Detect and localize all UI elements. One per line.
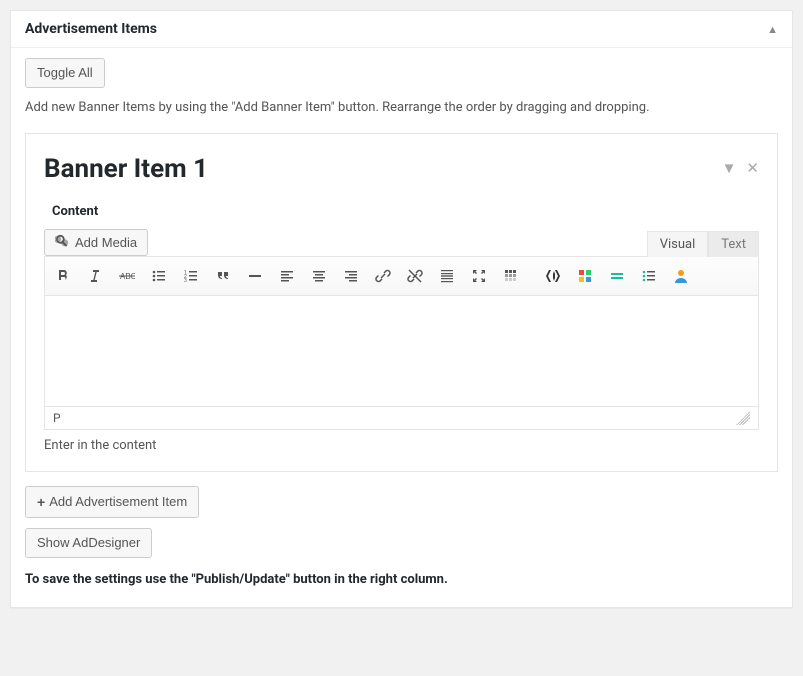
content-hint: Enter in the content <box>44 438 759 453</box>
italic-button[interactable] <box>81 262 109 290</box>
editor-toolbar: ABC 123 <box>45 257 758 296</box>
shortcode-button[interactable] <box>539 262 567 290</box>
bold-button[interactable] <box>49 262 77 290</box>
help-text: Add new Banner Items by using the "Add B… <box>25 100 778 115</box>
collapse-banner-icon[interactable]: ▼ <box>722 159 737 177</box>
link-button[interactable] <box>369 262 397 290</box>
advertisement-items-metabox: Advertisement Items ▲ Toggle All Add new… <box>10 10 793 608</box>
media-icon <box>55 234 69 251</box>
show-addesigner-button[interactable]: Show AdDesigner <box>25 528 152 558</box>
editor-tabs: Visual Text <box>647 230 759 256</box>
banner-item-header: Banner Item 1 ▼ ✕ <box>44 148 759 188</box>
toggle-all-button[interactable]: Toggle All <box>25 58 105 88</box>
add-advertisement-item-button[interactable]: + Add Advertisement Item <box>25 486 199 518</box>
banner-item-title: Banner Item 1 <box>44 154 208 184</box>
wysiwyg-editor: ABC 123 <box>44 256 759 430</box>
svg-text:3: 3 <box>184 278 187 284</box>
banner-item-controls: ▼ ✕ <box>722 159 759 177</box>
remove-banner-icon[interactable]: ✕ <box>746 159 759 177</box>
editor-path: P <box>53 411 61 425</box>
user-icon[interactable] <box>667 262 695 290</box>
save-note: To save the settings use the "Publish/Up… <box>25 572 778 587</box>
resize-handle[interactable] <box>736 411 750 425</box>
tab-text[interactable]: Text <box>708 231 759 257</box>
content-label: Content <box>52 204 759 219</box>
unlink-button[interactable] <box>401 262 429 290</box>
banner-item: Banner Item 1 ▼ ✕ Content Add Media Visu… <box>25 133 778 472</box>
divider-button[interactable] <box>603 262 631 290</box>
styled-list-button[interactable] <box>635 262 663 290</box>
numbered-list-button[interactable]: 123 <box>177 262 205 290</box>
add-media-button[interactable]: Add Media <box>44 229 148 256</box>
color-blocks-icon[interactable] <box>571 262 599 290</box>
blockquote-button[interactable] <box>209 262 237 290</box>
metabox-body: Toggle All Add new Banner Items by using… <box>11 48 792 607</box>
plus-icon: + <box>37 494 45 510</box>
collapse-toggle-icon[interactable]: ▲ <box>767 23 778 36</box>
insert-more-button[interactable] <box>433 262 461 290</box>
strikethrough-button[interactable]: ABC <box>113 262 141 290</box>
add-media-label: Add Media <box>75 235 137 250</box>
editor-status-bar: P <box>45 406 758 429</box>
tab-visual[interactable]: Visual <box>647 231 709 257</box>
editor-top-row: Add Media Visual Text <box>44 229 759 256</box>
align-left-button[interactable] <box>273 262 301 290</box>
align-center-button[interactable] <box>305 262 333 290</box>
horizontal-rule-button[interactable] <box>241 262 269 290</box>
metabox-header: Advertisement Items ▲ <box>11 11 792 48</box>
metabox-title: Advertisement Items <box>25 21 157 37</box>
bullet-list-button[interactable] <box>145 262 173 290</box>
fullscreen-button[interactable] <box>465 262 493 290</box>
add-item-label: Add Advertisement Item <box>49 494 187 509</box>
toolbar-toggle-button[interactable] <box>497 262 525 290</box>
editor-content-area[interactable] <box>45 296 758 406</box>
align-right-button[interactable] <box>337 262 365 290</box>
